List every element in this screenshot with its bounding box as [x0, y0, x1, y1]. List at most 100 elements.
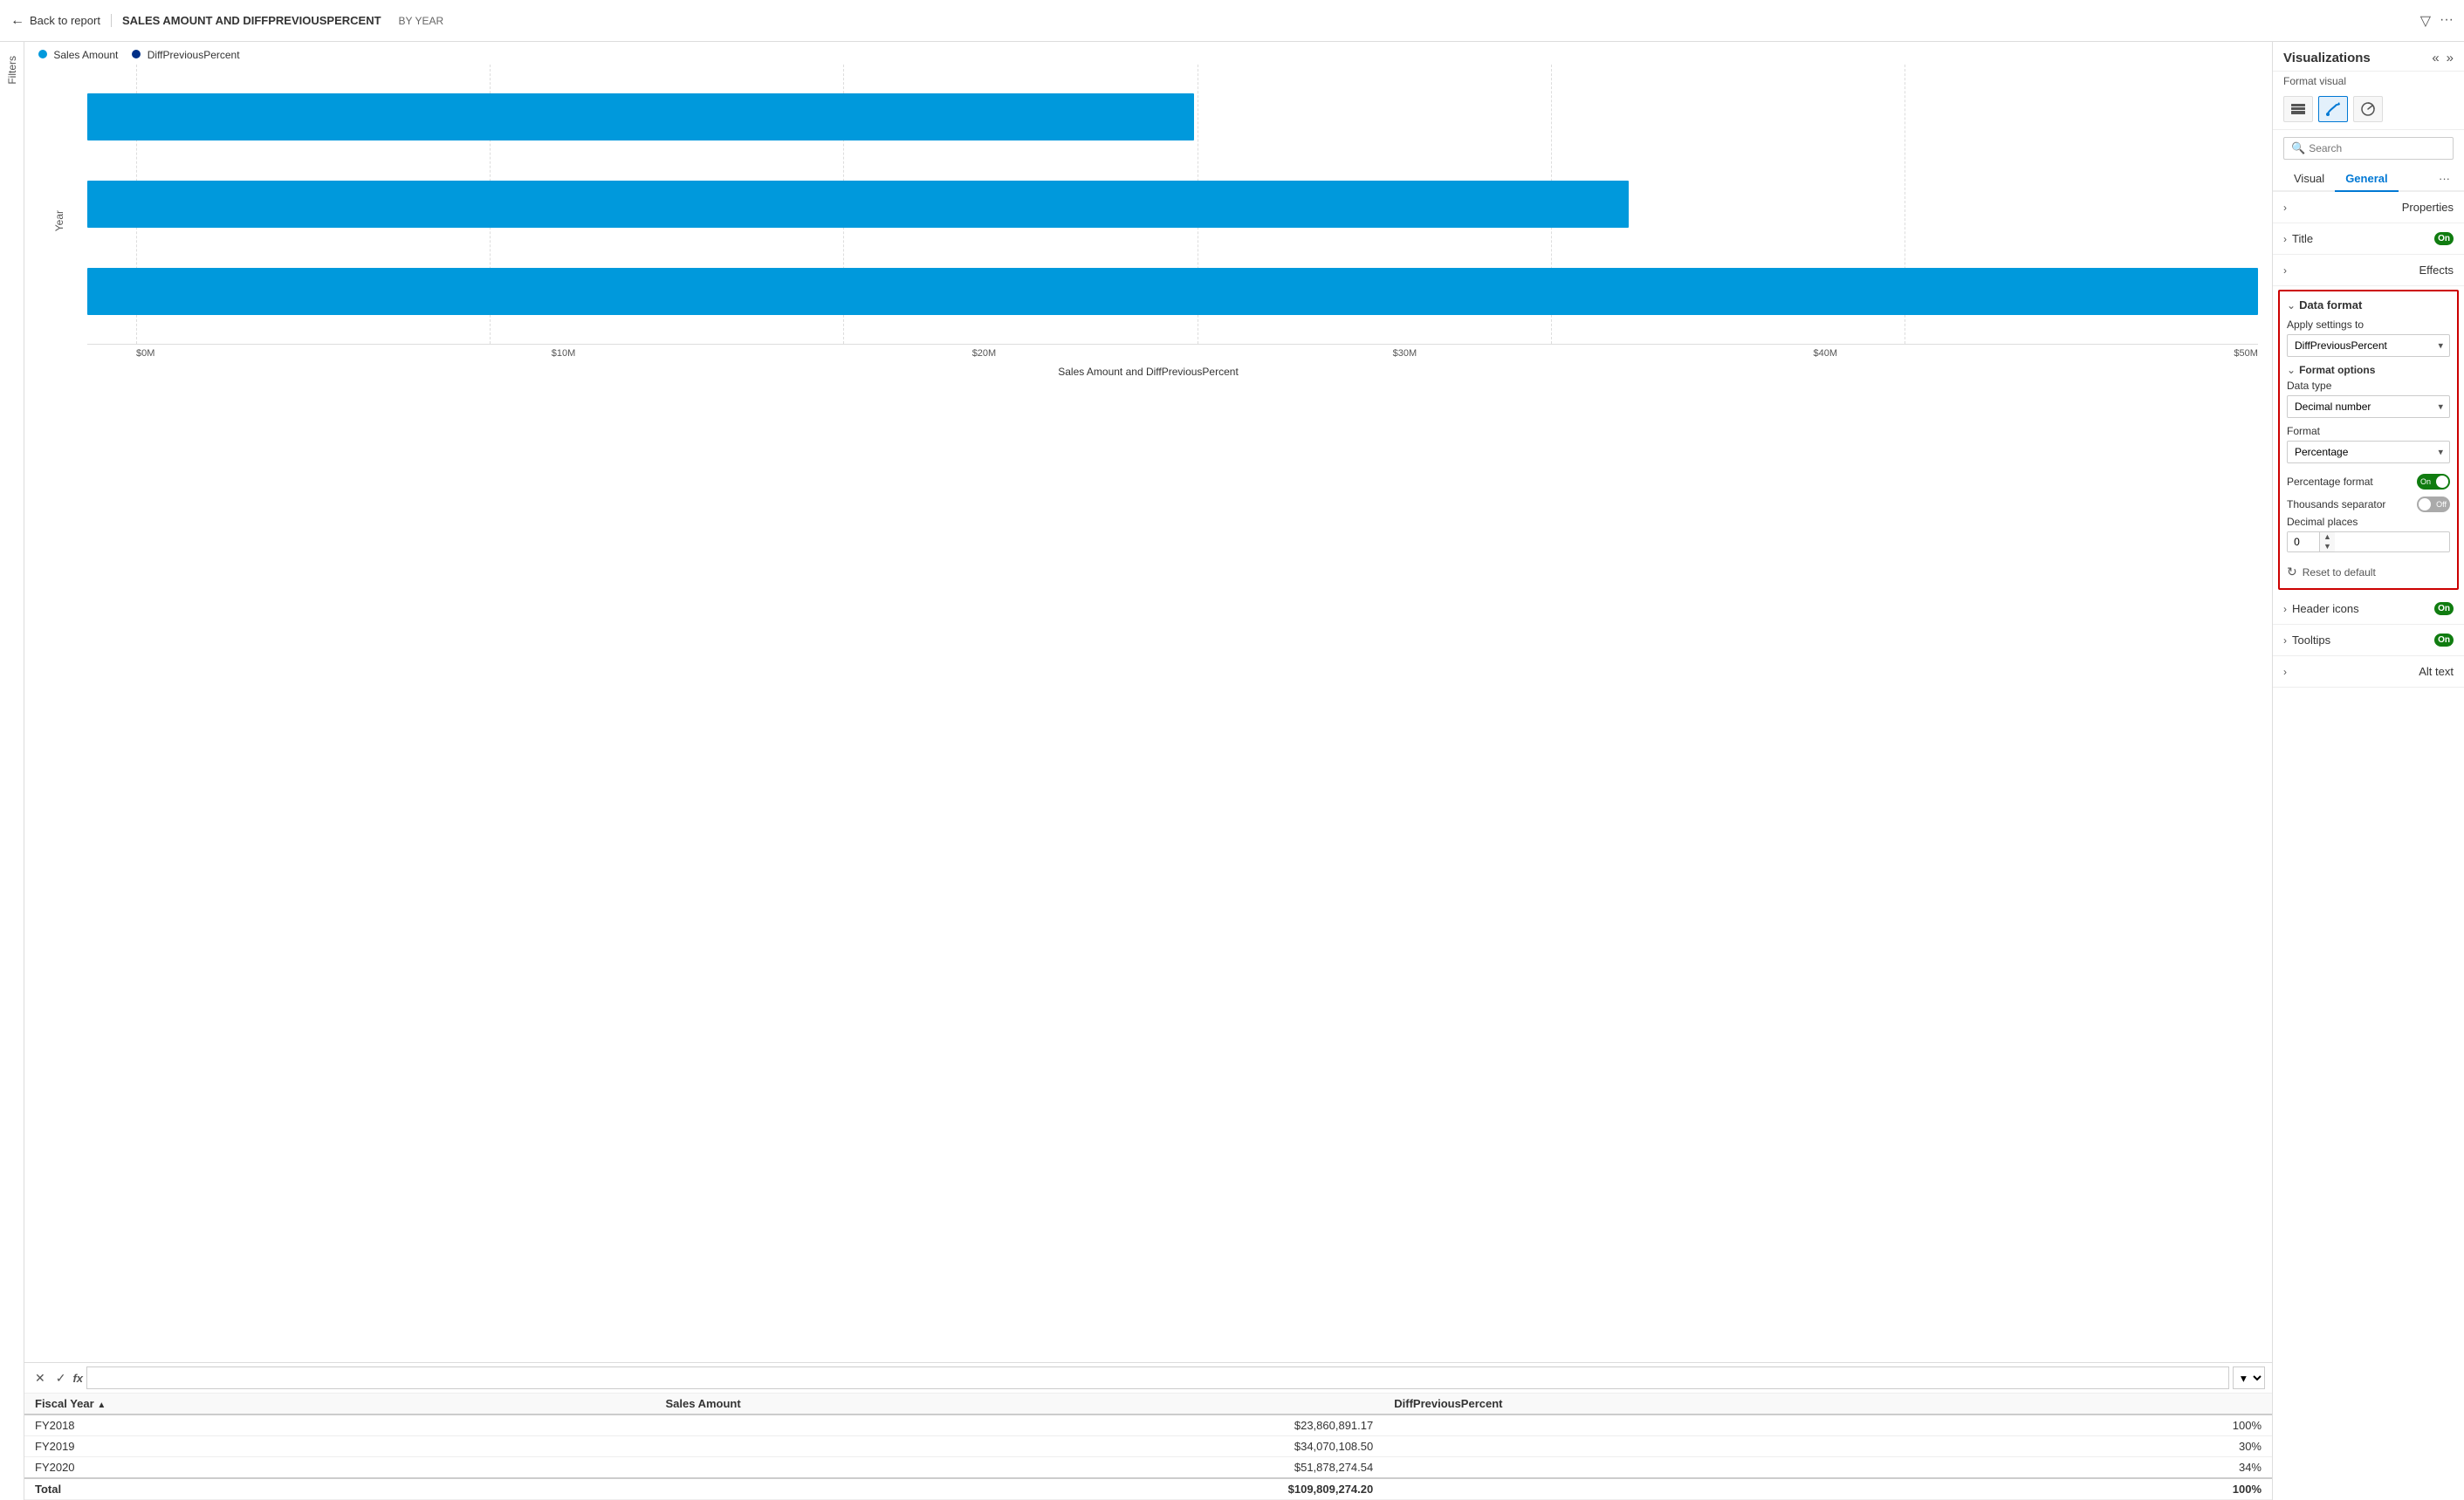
alt-text-chevron-icon: ›	[2283, 666, 2287, 678]
search-input[interactable]	[2309, 142, 2446, 154]
th-sales-amount: Sales Amount	[655, 1394, 1383, 1414]
td-total-diff: 100%	[1383, 1478, 2272, 1500]
format-options-row[interactable]: ⌄ Format options	[2287, 364, 2450, 376]
tooltips-section: › Tooltips On	[2273, 625, 2464, 656]
alt-text-row[interactable]: › Alt text	[2273, 656, 2464, 687]
header-icons-toggle[interactable]: On	[2434, 602, 2454, 615]
x-tick-3: $30M	[1393, 348, 1417, 359]
back-label: Back to report	[30, 14, 100, 27]
paint-brush-icon-button[interactable]	[2318, 96, 2348, 122]
tab-more-icon[interactable]: ···	[2435, 167, 2454, 190]
title-section: › Title On	[2273, 223, 2464, 255]
th-fiscal-year[interactable]: Fiscal Year ▲	[24, 1394, 655, 1414]
y-axis-label: Year	[53, 210, 65, 231]
data-format-header[interactable]: ⌄ Data format	[2287, 298, 2450, 312]
percentage-format-knob	[2436, 476, 2448, 488]
legend-item-sales: Sales Amount	[38, 49, 118, 61]
formula-bar-input[interactable]	[86, 1366, 2229, 1389]
title-chevron-icon: ›	[2283, 233, 2287, 245]
table-row: FY2020 $51,878,274.54 34%	[24, 1457, 2272, 1479]
title-label: Title	[2292, 232, 2313, 245]
header-icons-section: › Header icons On	[2273, 593, 2464, 625]
reset-label: Reset to default	[2303, 566, 2376, 579]
formula-dropdown[interactable]: ▾	[2233, 1366, 2265, 1389]
chart-subtitle: BY YEAR	[399, 15, 444, 27]
table-view-icon-button[interactable]	[2283, 96, 2313, 122]
properties-row[interactable]: › Properties	[2273, 192, 2464, 223]
search-box[interactable]: 🔍	[2283, 137, 2454, 160]
decimal-places-group: Decimal places ▲ ▼	[2287, 516, 2450, 552]
header-icons-row[interactable]: › Header icons On	[2273, 593, 2464, 624]
thousands-separator-knob	[2419, 498, 2431, 510]
td-total-sales: $109,809,274.20	[655, 1478, 1383, 1500]
effects-chevron-icon: ›	[2283, 264, 2287, 277]
thousands-separator-toggle[interactable]: Off	[2417, 497, 2450, 512]
thousands-separator-label: Thousands separator	[2287, 498, 2385, 510]
fx-label: fx	[72, 1372, 83, 1385]
decimal-places-decrement[interactable]: ▼	[2320, 542, 2335, 551]
viz-icon-row	[2273, 92, 2464, 130]
tooltips-toggle[interactable]: On	[2434, 634, 2454, 647]
data-table: Fiscal Year ▲ Sales Amount DiffPreviousP…	[24, 1394, 2272, 1500]
decimal-places-input[interactable]	[2288, 532, 2319, 551]
legend-label-sales: Sales Amount	[53, 49, 118, 61]
check-toolbar-button[interactable]: ✓	[52, 1369, 70, 1387]
format-label: Format	[2287, 425, 2450, 437]
title-row[interactable]: › Title On	[2273, 223, 2464, 254]
td-sales-fy2018: $23,860,891.17	[655, 1414, 1383, 1436]
top-bar: ← Back to report SALES AMOUNT AND DIFFPR…	[0, 0, 2464, 42]
format-dropdown[interactable]: Percentage General Currency	[2287, 441, 2450, 463]
x-tick-5: $50M	[2234, 348, 2258, 359]
bar-track-fy2018	[87, 93, 2258, 140]
bar-chart-container: Year FY2018 FY2019	[24, 65, 2272, 1362]
tooltips-on-text: On	[2438, 635, 2450, 645]
tooltips-label: Tooltips	[2292, 634, 2330, 647]
close-toolbar-button[interactable]: ✕	[31, 1369, 49, 1387]
tab-visual[interactable]: Visual	[2283, 167, 2335, 192]
apply-settings-label: Apply settings to	[2287, 318, 2450, 331]
filters-sidebar[interactable]: Filters	[0, 42, 24, 1500]
properties-chevron-icon: ›	[2283, 202, 2287, 214]
reset-icon: ↻	[2287, 565, 2297, 579]
data-type-dropdown-wrapper: Decimal number Whole number Text	[2287, 395, 2450, 418]
table-row: FY2018 $23,860,891.17 100%	[24, 1414, 2272, 1436]
table-toolbar: ✕ ✓ fx ▾	[24, 1363, 2272, 1394]
title-toggle[interactable]: On	[2434, 232, 2454, 245]
td-year-fy2020: FY2020	[24, 1457, 655, 1479]
legend-item-diff: DiffPreviousPercent	[132, 49, 239, 61]
effects-row[interactable]: › Effects	[2273, 255, 2464, 285]
chart-legend: Sales Amount DiffPreviousPercent	[38, 49, 2258, 61]
decimal-places-input-wrapper: ▲ ▼	[2287, 531, 2450, 552]
decimal-places-increment[interactable]: ▲	[2320, 532, 2335, 542]
collapse-panel-icon[interactable]: «	[2432, 51, 2439, 65]
main-layout: Filters Sales Amount DiffPreviousPercent	[0, 42, 2464, 1500]
analytics-icon-button[interactable]	[2353, 96, 2383, 122]
chart-header: Sales Amount DiffPreviousPercent	[24, 42, 2272, 65]
percentage-format-toggle[interactable]: On	[2417, 474, 2450, 490]
tab-general[interactable]: General	[2335, 167, 2398, 192]
back-to-report-button[interactable]: ← Back to report	[10, 13, 100, 29]
td-year-fy2018: FY2018	[24, 1414, 655, 1436]
x-tick-4: $40M	[1814, 348, 1838, 359]
effects-label: Effects	[2419, 264, 2454, 277]
bar-row-fy2020: FY2020	[87, 268, 2258, 315]
header-icons-label: Header icons	[2292, 602, 2359, 615]
reset-row[interactable]: ↻ Reset to default	[2287, 559, 2450, 581]
table-area: ✕ ✓ fx ▾ Fiscal Year ▲ Sales Amount	[24, 1362, 2272, 1500]
legend-dot-diff	[132, 50, 141, 58]
total-row: Total $109,809,274.20 100%	[24, 1478, 2272, 1500]
properties-section: › Properties	[2273, 192, 2464, 223]
data-format-section: ⌄ Data format Apply settings to DiffPrev…	[2278, 290, 2459, 590]
filter-icon[interactable]: ▽	[2420, 12, 2431, 30]
bar-fill-fy2019	[87, 181, 1629, 228]
visualizations-panel: Visualizations « » Format visual	[2272, 42, 2464, 1500]
title-toggle-on-label: On	[2438, 234, 2450, 243]
more-options-icon[interactable]: ···	[2440, 12, 2454, 30]
data-type-dropdown[interactable]: Decimal number Whole number Text	[2287, 395, 2450, 418]
filters-label: Filters	[6, 56, 18, 85]
expand-panel-icon[interactable]: »	[2447, 51, 2454, 65]
percentage-format-row: Percentage format On	[2287, 470, 2450, 493]
decimal-places-spinners: ▲ ▼	[2319, 532, 2335, 551]
apply-settings-dropdown[interactable]: DiffPreviousPercent Sales Amount	[2287, 334, 2450, 357]
tooltips-row[interactable]: › Tooltips On	[2273, 625, 2464, 655]
